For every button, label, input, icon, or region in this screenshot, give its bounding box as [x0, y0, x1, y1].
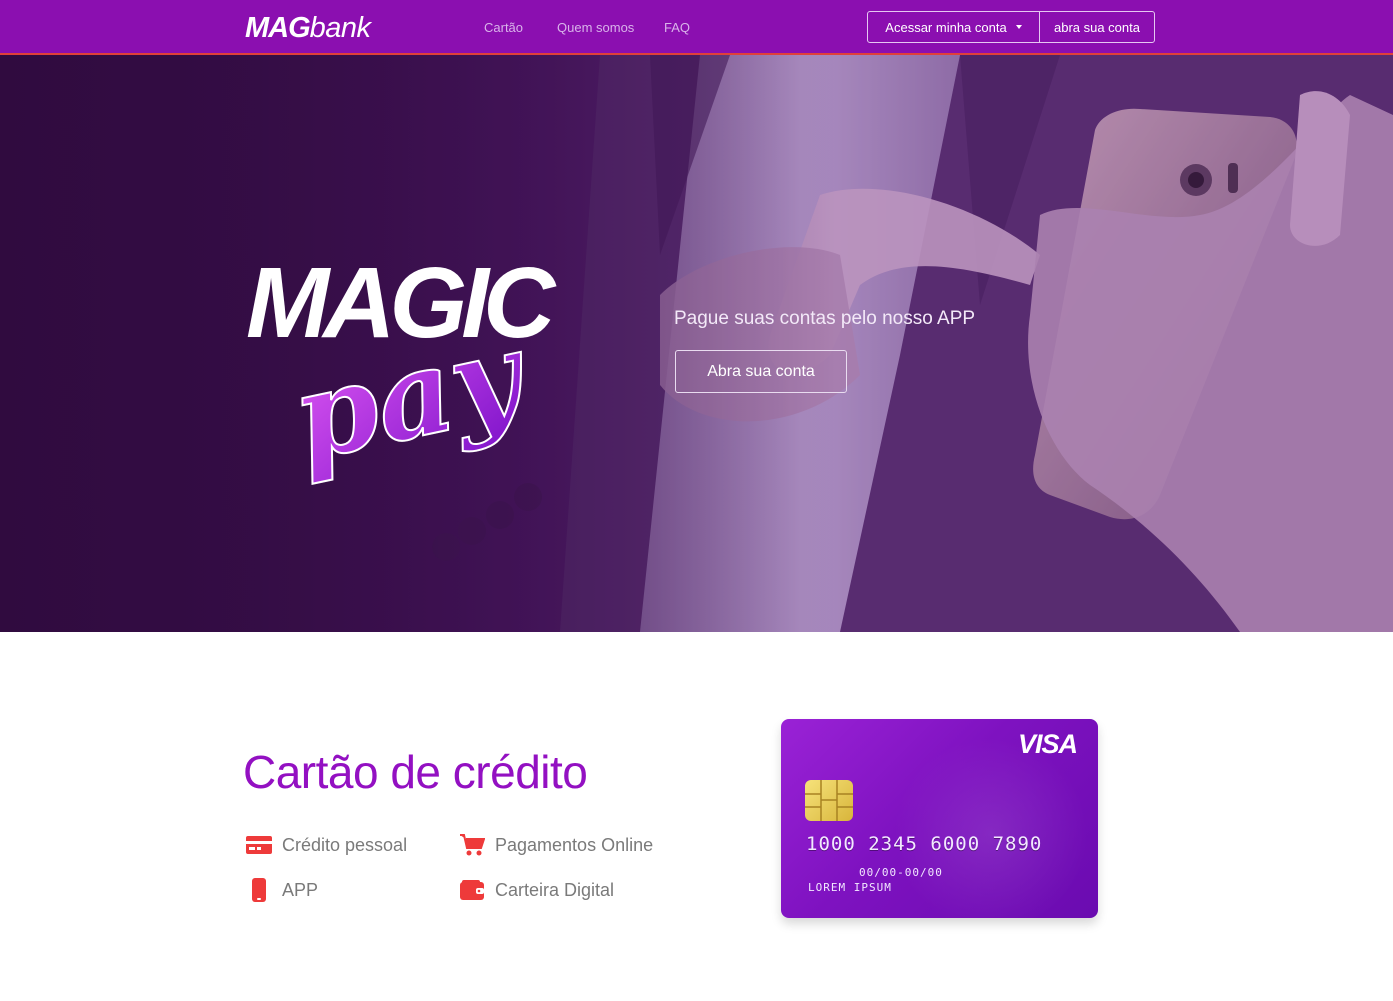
credit-card-image: VISA 1000 2345 6000 7890 00/00-00/00 LOR… — [781, 719, 1098, 918]
card-validity: 00/00-00/00 — [859, 866, 943, 879]
logo-light-text: bank — [309, 12, 371, 44]
open-account-cta-button[interactable]: Abra sua conta — [675, 350, 847, 393]
feature-credito-pessoal: Crédito pessoal — [245, 831, 407, 859]
globe-watermark — [876, 739, 1098, 918]
nav-link-faq[interactable]: FAQ — [664, 20, 690, 35]
feature-carteira-digital: Carteira Digital — [458, 876, 614, 904]
hero-banner: MAGIC pay Pague suas contas pelo nosso A… — [0, 55, 1393, 632]
nav-link-cartao[interactable]: Cartão — [484, 20, 523, 35]
shopping-cart-icon — [458, 831, 486, 859]
feature-label: Pagamentos Online — [495, 834, 654, 855]
hero-photo-man-with-phone — [0, 55, 1393, 632]
feature-pagamentos-online: Pagamentos Online — [458, 831, 653, 859]
hero-tagline: Pague suas contas pelo nosso APP — [674, 308, 976, 329]
feature-label: APP — [282, 879, 319, 900]
feature-app: APP — [245, 876, 318, 904]
credit-card: VISA 1000 2345 6000 7890 00/00-00/00 LOR… — [781, 719, 1098, 918]
card-chip-icon — [805, 780, 853, 821]
nav-link-quem-somos[interactable]: Quem somos — [557, 20, 634, 35]
card-number: 1000 2345 6000 7890 — [806, 833, 1043, 855]
top-navbar: MAG bank Cartão Quem somos FAQ Acessar mi… — [0, 0, 1393, 55]
feature-label: Crédito pessoal — [282, 834, 408, 855]
magbank-logo[interactable]: MAG bank — [245, 12, 371, 44]
magic-pay-logo: MAGIC pay — [246, 247, 563, 489]
section-title-credit-card: Cartão de crédito — [243, 746, 588, 798]
feature-label: Carteira Digital — [495, 879, 615, 900]
logo-bold-text: MAG — [245, 12, 311, 44]
login-dropdown-button[interactable]: Acessar minha conta — [868, 12, 1040, 42]
login-label: Acessar minha conta — [885, 19, 1007, 35]
visa-logo: VISA — [1018, 729, 1078, 759]
wallet-icon — [458, 876, 486, 904]
credit-card-icon — [245, 831, 273, 859]
card-holder-name: LOREM IPSUM — [808, 881, 892, 894]
caret-down-icon — [1015, 25, 1022, 29]
mobile-phone-icon — [245, 876, 273, 904]
account-button-group: Acessar minha conta abra sua conta — [867, 11, 1155, 43]
open-account-button[interactable]: abra sua conta — [1040, 12, 1154, 42]
